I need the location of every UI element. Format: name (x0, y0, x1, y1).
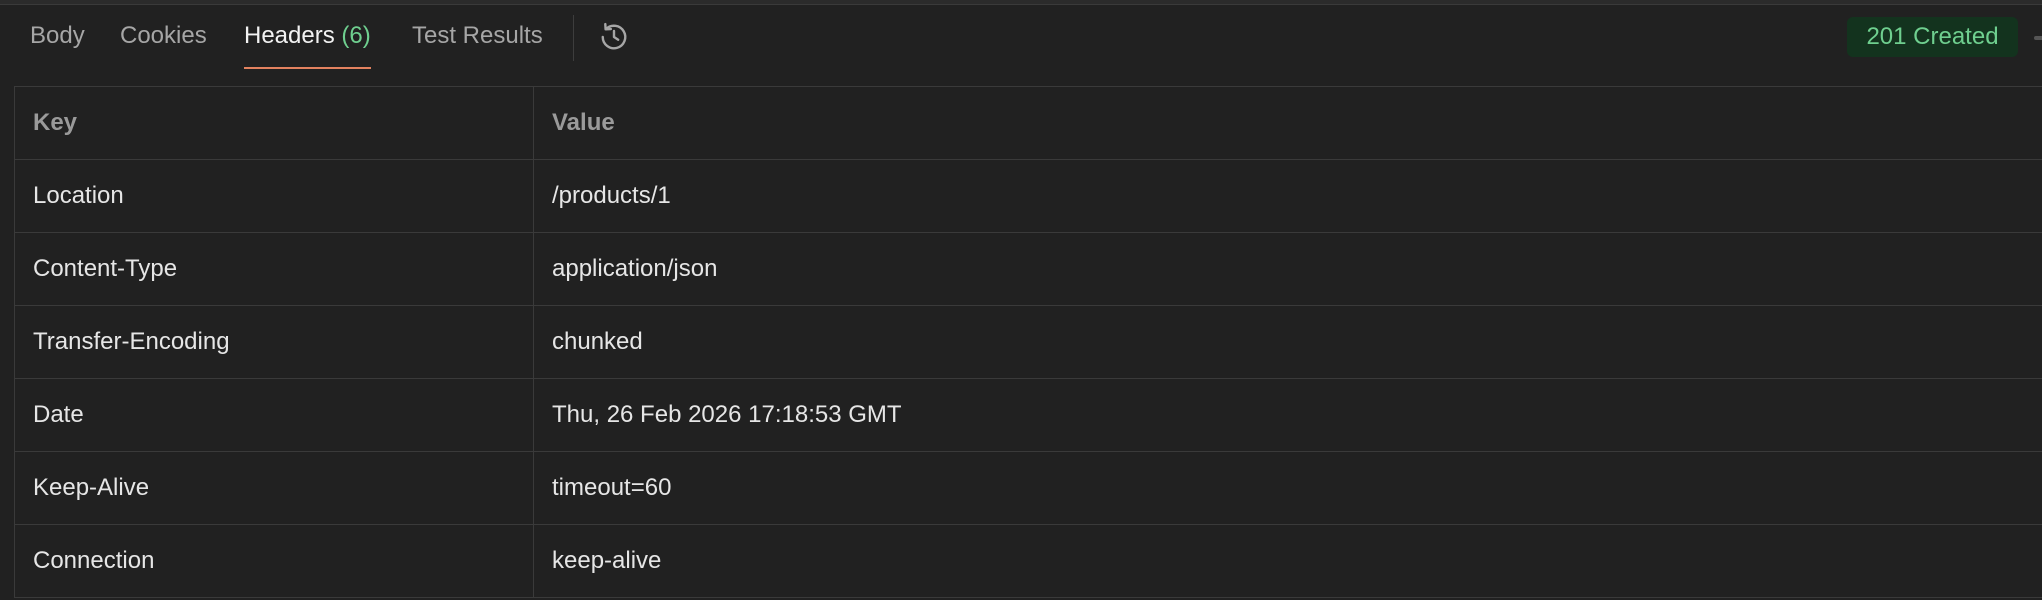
tab-headers-count: (6) (341, 22, 371, 49)
response-tab-bar: Body Cookies Headers (6) Test Results 20… (0, 5, 2042, 71)
tab-cookies-label: Cookies (120, 22, 207, 49)
column-header-key: Key (14, 87, 534, 159)
tab-headers[interactable]: Headers (6) (244, 5, 371, 69)
active-tab-indicator (244, 67, 371, 69)
table-row: Transfer-Encoding chunked (14, 306, 2042, 379)
column-header-value: Value (552, 109, 615, 136)
header-value: /products/1 (552, 182, 671, 209)
status-badge: 201 Created (1847, 17, 2018, 57)
tab-headers-label: Headers (244, 22, 335, 49)
tab-body[interactable]: Body (30, 5, 85, 67)
headers-table: Key Value Location /products/1 Content-T… (14, 86, 2042, 598)
table-row: Keep-Alive timeout=60 (14, 452, 2042, 525)
header-key: Transfer-Encoding (14, 306, 534, 378)
table-row: Location /products/1 (14, 160, 2042, 233)
table-header-row: Key Value (14, 87, 2042, 160)
header-value: Thu, 26 Feb 2026 17:18:53 GMT (552, 401, 902, 428)
header-value: keep-alive (552, 547, 662, 574)
header-key: Keep-Alive (14, 452, 534, 524)
tab-test-results[interactable]: Test Results (412, 5, 543, 67)
overflow-indicator (2034, 36, 2042, 40)
header-value: application/json (552, 255, 718, 282)
header-key: Connection (14, 525, 534, 597)
header-value: timeout=60 (552, 474, 672, 501)
header-key: Date (14, 379, 534, 451)
tab-divider (573, 15, 574, 61)
table-row: Date Thu, 26 Feb 2026 17:18:53 GMT (14, 379, 2042, 452)
tab-body-label: Body (30, 22, 85, 49)
header-value: chunked (552, 328, 643, 355)
table-row: Connection keep-alive (14, 525, 2042, 598)
tab-test-results-label: Test Results (412, 22, 543, 49)
history-button[interactable] (596, 19, 632, 55)
header-key: Location (14, 160, 534, 232)
tab-cookies[interactable]: Cookies (120, 5, 207, 67)
header-key: Content-Type (14, 233, 534, 305)
table-row: Content-Type application/json (14, 233, 2042, 306)
history-icon (601, 22, 627, 50)
